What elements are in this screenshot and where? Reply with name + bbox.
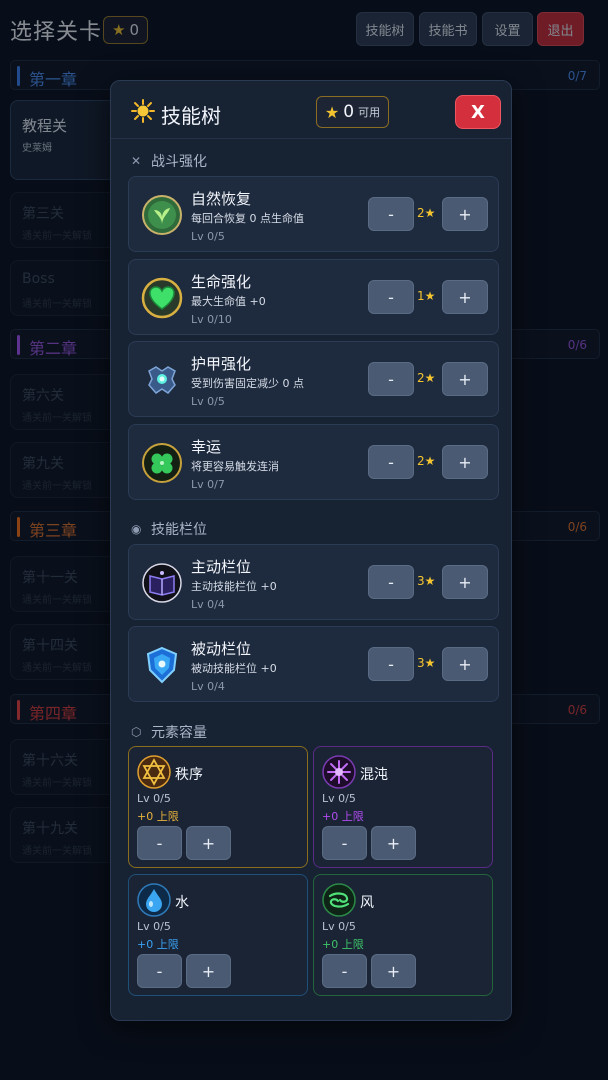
- skill-cost: 3★: [417, 656, 436, 670]
- leaf-icon: [142, 195, 182, 235]
- skill-level: Lv 0/5: [191, 230, 225, 243]
- decrease-button[interactable]: -: [137, 826, 182, 860]
- shield-icon: [146, 646, 178, 684]
- wind-swirl-icon: [322, 883, 356, 917]
- section-label: 元素容量: [151, 725, 207, 741]
- skill-description: 将更容易触发连消: [191, 460, 279, 473]
- decrease-button[interactable]: -: [137, 954, 182, 988]
- skill-name: 主动栏位: [191, 558, 252, 576]
- decrease-button[interactable]: -: [368, 197, 414, 231]
- skill-card: 主动栏位 主动技能栏位 +0 Lv 0/4 - 3★ +: [128, 544, 499, 620]
- decrease-button[interactable]: -: [322, 954, 367, 988]
- element-card-order: 秩序 Lv 0/5 +0 上限 - +: [128, 746, 308, 868]
- increase-button[interactable]: +: [442, 445, 488, 479]
- element-card-wind: 风 Lv 0/5 +0 上限 - +: [313, 874, 493, 996]
- skill-name: 幸运: [191, 438, 222, 456]
- modal-header: 技能树 ★ 0 可用 X: [111, 81, 511, 139]
- available-star-count: 0: [343, 102, 355, 122]
- skill-name: 被动栏位: [191, 640, 252, 658]
- skill-level: Lv 0/10: [191, 313, 232, 326]
- element-name: 水: [175, 895, 189, 911]
- order-star-icon: [137, 755, 171, 789]
- increase-button[interactable]: +: [186, 826, 231, 860]
- skill-name: 自然恢复: [191, 190, 252, 208]
- skill-cost: 2★: [417, 206, 436, 220]
- clover-icon: [142, 443, 182, 483]
- heart-icon: [141, 277, 183, 319]
- armor-icon: [148, 366, 176, 394]
- skill-level: Lv 0/4: [191, 598, 225, 611]
- increase-button[interactable]: +: [371, 826, 416, 860]
- close-button[interactable]: X: [455, 95, 501, 129]
- skill-level: Lv 0/5: [191, 395, 225, 408]
- skill-name: 生命强化: [191, 273, 252, 291]
- skill-cost: 2★: [417, 371, 436, 385]
- decrease-button[interactable]: -: [322, 826, 367, 860]
- modal-title: 技能树: [161, 104, 221, 128]
- skill-level: Lv 0/7: [191, 478, 225, 491]
- section-title-combat: ✕ 战斗强化: [131, 151, 207, 171]
- element-cap: +0 上限: [322, 810, 364, 823]
- skill-cost: 1★: [417, 289, 436, 303]
- element-name: 风: [360, 895, 374, 911]
- crossed-swords-icon: ✕: [131, 154, 142, 168]
- skill-level: Lv 0/4: [191, 680, 225, 693]
- skill-card: 幸运 将更容易触发连消 Lv 0/7 - 2★ +: [128, 424, 499, 500]
- increase-button[interactable]: +: [442, 565, 488, 599]
- book-icon: [142, 563, 182, 603]
- slot-icon: ◉: [131, 522, 142, 536]
- element-level: Lv 0/5: [137, 792, 171, 805]
- element-level: Lv 0/5: [322, 792, 356, 805]
- decrease-button[interactable]: -: [368, 445, 414, 479]
- skill-name: 护甲强化: [191, 355, 252, 373]
- increase-button[interactable]: +: [442, 197, 488, 231]
- sun-icon: [131, 99, 155, 123]
- increase-button[interactable]: +: [442, 362, 488, 396]
- skill-card: 护甲强化 受到伤害固定减少 0 点 Lv 0/5 - 2★ +: [128, 341, 499, 417]
- star-icon: ★: [324, 102, 340, 122]
- section-label: 技能栏位: [151, 522, 207, 538]
- element-level: Lv 0/5: [137, 920, 171, 933]
- skill-card: 自然恢复 每回合恢复 0 点生命值 Lv 0/5 - 2★ +: [128, 176, 499, 252]
- decrease-button[interactable]: -: [368, 647, 414, 681]
- increase-button[interactable]: +: [442, 647, 488, 681]
- skill-description: 被动技能栏位 +0: [191, 662, 277, 675]
- skill-tree-modal: 技能树 ★ 0 可用 X ✕ 战斗强化 自然恢复 每回合恢复 0 点生命值 Lv…: [110, 80, 512, 1021]
- increase-button[interactable]: +: [442, 280, 488, 314]
- element-cap: +0 上限: [137, 938, 179, 951]
- skill-card: 被动栏位 被动技能栏位 +0 Lv 0/4 - 3★ +: [128, 626, 499, 702]
- element-cap: +0 上限: [322, 938, 364, 951]
- increase-button[interactable]: +: [371, 954, 416, 988]
- decrease-button[interactable]: -: [368, 362, 414, 396]
- skill-description: 受到伤害固定减少 0 点: [191, 377, 304, 390]
- decrease-button[interactable]: -: [368, 280, 414, 314]
- element-card-water: 水 Lv 0/5 +0 上限 - +: [128, 874, 308, 996]
- chaos-icon: [322, 755, 356, 789]
- skill-cost: 3★: [417, 574, 436, 588]
- hexagon-icon: ⬡: [131, 725, 142, 739]
- skill-description: 最大生命值 +0: [191, 295, 266, 308]
- skill-card: 生命强化 最大生命值 +0 Lv 0/10 - 1★ +: [128, 259, 499, 335]
- section-title-elements: ⬡ 元素容量: [131, 722, 207, 742]
- water-drop-icon: [137, 883, 171, 917]
- element-name: 秩序: [175, 767, 203, 783]
- skill-cost: 2★: [417, 454, 436, 468]
- element-level: Lv 0/5: [322, 920, 356, 933]
- increase-button[interactable]: +: [186, 954, 231, 988]
- available-label: 可用: [358, 106, 381, 119]
- skill-description: 每回合恢复 0 点生命值: [191, 212, 304, 225]
- element-card-chaos: 混沌 Lv 0/5 +0 上限 - +: [313, 746, 493, 868]
- section-title-slots: ◉ 技能栏位: [131, 519, 207, 539]
- element-cap: +0 上限: [137, 810, 179, 823]
- section-label: 战斗强化: [151, 154, 207, 170]
- decrease-button[interactable]: -: [368, 565, 414, 599]
- available-stars: ★ 0 可用: [316, 96, 389, 128]
- element-name: 混沌: [360, 767, 388, 783]
- skill-description: 主动技能栏位 +0: [191, 580, 277, 593]
